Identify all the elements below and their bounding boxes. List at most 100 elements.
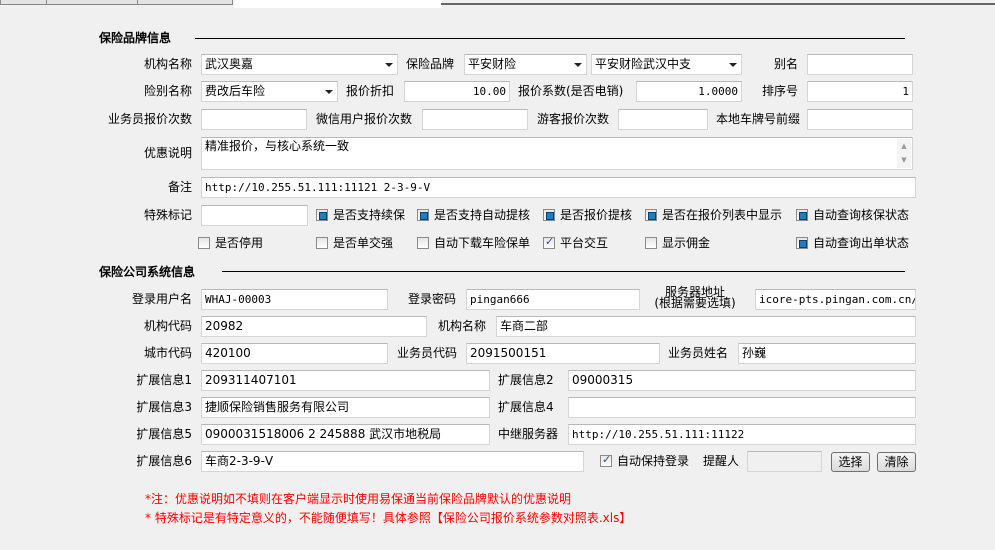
scrollbar[interactable]: ▲ ▼	[897, 139, 911, 168]
divider	[222, 271, 905, 272]
username-input[interactable]: WHAJ-00003	[201, 289, 388, 310]
checkbox-checked-icon	[600, 453, 612, 467]
ext6-input[interactable]: 车商2-3-9-V	[201, 451, 584, 472]
org-code-label: 机构代码	[143, 319, 192, 333]
alias-input[interactable]	[807, 54, 913, 75]
tab-strip-line	[441, 3, 995, 5]
brand-select[interactable]: 平安财险	[464, 54, 587, 75]
option-checkbox[interactable]: 是否在报价列表中显示	[645, 208, 782, 224]
ext5-input[interactable]: 0900031518006 2 245888 武汉市地税局	[201, 424, 490, 445]
system-section-title: 保险公司系统信息	[99, 265, 196, 279]
plate-prefix-input[interactable]	[807, 109, 913, 130]
coefficient-input[interactable]: 1.0000	[636, 81, 742, 102]
keep-login-checkbox[interactable]: 自动保持登录	[600, 453, 690, 470]
org-name-value: 武汉奥嘉	[205, 57, 254, 71]
server-label: 服务器地址 (根据需要选填)	[650, 286, 740, 310]
checkbox-indeterminate-icon	[316, 209, 328, 221]
username-label: 登录用户名	[131, 292, 192, 306]
promo-textarea[interactable]: 精准报价，与核心系统一致 ▲ ▼	[201, 137, 913, 170]
city-code-input[interactable]: 420100	[201, 343, 388, 364]
org-code-input[interactable]: 20982	[201, 316, 427, 337]
guest-quote-label: 游客报价次数	[537, 112, 610, 126]
special-input[interactable]	[201, 205, 308, 226]
brand-value: 平安财险	[468, 57, 517, 71]
tab-2[interactable]	[46, 0, 138, 5]
option-checkbox[interactable]: 自动查询出单状态	[796, 236, 909, 252]
sys-org-name-label: 机构名称	[438, 319, 487, 333]
clear-button[interactable]: 清除	[877, 452, 916, 472]
checkbox-label: 自动查询核保状态	[813, 208, 910, 222]
ext5-label: 扩展信息5	[136, 427, 192, 441]
checkbox-label: 是否在报价列表中显示	[662, 208, 783, 222]
agent-code-label: 业务员代码	[397, 346, 458, 360]
ext1-input[interactable]: 209311407101	[201, 370, 490, 391]
checkbox-indeterminate-icon	[796, 209, 808, 221]
checkbox-label: 自动下载车险保单	[434, 236, 531, 250]
org-name-label: 机构名称	[143, 57, 192, 71]
note-promo: *注：优惠说明如不填则在客户端显示时使用易保通当前保险品牌默认的优惠说明	[145, 492, 572, 506]
agent-quote-input[interactable]	[201, 109, 307, 130]
chevron-down-icon	[385, 63, 393, 67]
checkbox-unchecked-icon	[316, 237, 328, 249]
password-label: 登录密码	[408, 292, 457, 306]
tab-3[interactable]	[137, 0, 233, 5]
option-checkbox[interactable]: 自动下载车险保单	[417, 236, 530, 252]
option-checkbox[interactable]: 是否支持自动提核	[417, 208, 530, 224]
insurance-type-label: 险别名称	[143, 84, 192, 98]
branch-select[interactable]: 平安财险武汉中支	[591, 54, 742, 75]
checkbox-checked-icon	[543, 235, 555, 249]
checkbox-unchecked-icon	[417, 237, 429, 249]
checkbox-indeterminate-icon	[417, 209, 429, 221]
agent-name-input[interactable]: 孙巍	[738, 343, 916, 364]
option-checkbox[interactable]: 是否支持续保	[316, 208, 405, 224]
discount-input[interactable]: 10.00	[404, 81, 510, 102]
divider	[195, 38, 905, 39]
chevron-down-icon	[325, 90, 333, 94]
guest-quote-input[interactable]	[618, 109, 708, 130]
remark-input[interactable]: http://10.255.51.111:11121 2-3-9-V	[201, 177, 916, 198]
insurance-type-value: 费改后车险	[205, 84, 266, 98]
brand-section-title: 保险品牌信息	[99, 31, 172, 45]
option-checkbox[interactable]: 显示佣金	[645, 236, 710, 252]
ext3-input[interactable]: 捷顺保险销售服务有限公司	[201, 397, 490, 418]
option-checkbox[interactable]: 是否报价提核	[543, 208, 632, 224]
agent-code-input[interactable]: 2091500151	[466, 343, 660, 364]
keep-login-label: 自动保持登录	[617, 454, 690, 468]
checkbox-indeterminate-icon	[543, 209, 555, 221]
wechat-quote-label: 微信用户报价次数	[316, 112, 413, 126]
password-input[interactable]: pingan666	[466, 289, 640, 310]
reminder-input	[747, 451, 822, 472]
org-name-select[interactable]: 武汉奥嘉	[201, 54, 398, 75]
server-label-line2: (根据需要选填)	[654, 296, 736, 310]
ext3-label: 扩展信息3	[136, 400, 192, 414]
sort-input[interactable]: 1	[807, 81, 913, 102]
ext4-input[interactable]	[568, 397, 916, 418]
option-checkbox[interactable]: 是否单交强	[316, 236, 393, 252]
ext2-label: 扩展信息2	[498, 373, 554, 387]
branch-value: 平安财险武汉中支	[595, 57, 692, 71]
option-checkbox[interactable]: 平台交互	[543, 235, 608, 252]
chevron-down-icon	[729, 63, 737, 67]
checkbox-label: 是否报价提核	[560, 208, 633, 222]
plate-prefix-label: 本地车牌号前缀	[716, 112, 801, 126]
select-button[interactable]: 选择	[831, 452, 870, 472]
agent-name-label: 业务员姓名	[668, 346, 729, 360]
ext4-label: 扩展信息4	[498, 400, 554, 414]
relay-input[interactable]: http://10.255.51.111:11122	[568, 424, 916, 445]
checkbox-unchecked-icon	[645, 237, 657, 249]
sys-org-name-input[interactable]: 车商二部	[496, 316, 916, 337]
wechat-quote-input[interactable]	[422, 109, 528, 130]
checkbox-label: 是否支持续保	[333, 208, 406, 222]
insurance-type-select[interactable]: 费改后车险	[201, 81, 338, 102]
server-input[interactable]: icore-pts.pingan.com.cn/ebu	[755, 289, 916, 310]
option-checkbox[interactable]: 自动查询核保状态	[796, 208, 909, 224]
city-code-label: 城市代码	[143, 346, 192, 360]
option-checkbox[interactable]: 是否停用	[198, 236, 263, 252]
tab-1[interactable]	[0, 0, 47, 5]
ext2-input[interactable]: 09000315	[568, 370, 916, 391]
checkbox-unchecked-icon	[198, 237, 210, 249]
checkbox-label: 是否支持自动提核	[434, 208, 531, 222]
special-label: 特殊标记	[143, 208, 192, 222]
checkbox-label: 自动查询出单状态	[813, 236, 910, 250]
tab-selected[interactable]	[234, 0, 442, 8]
